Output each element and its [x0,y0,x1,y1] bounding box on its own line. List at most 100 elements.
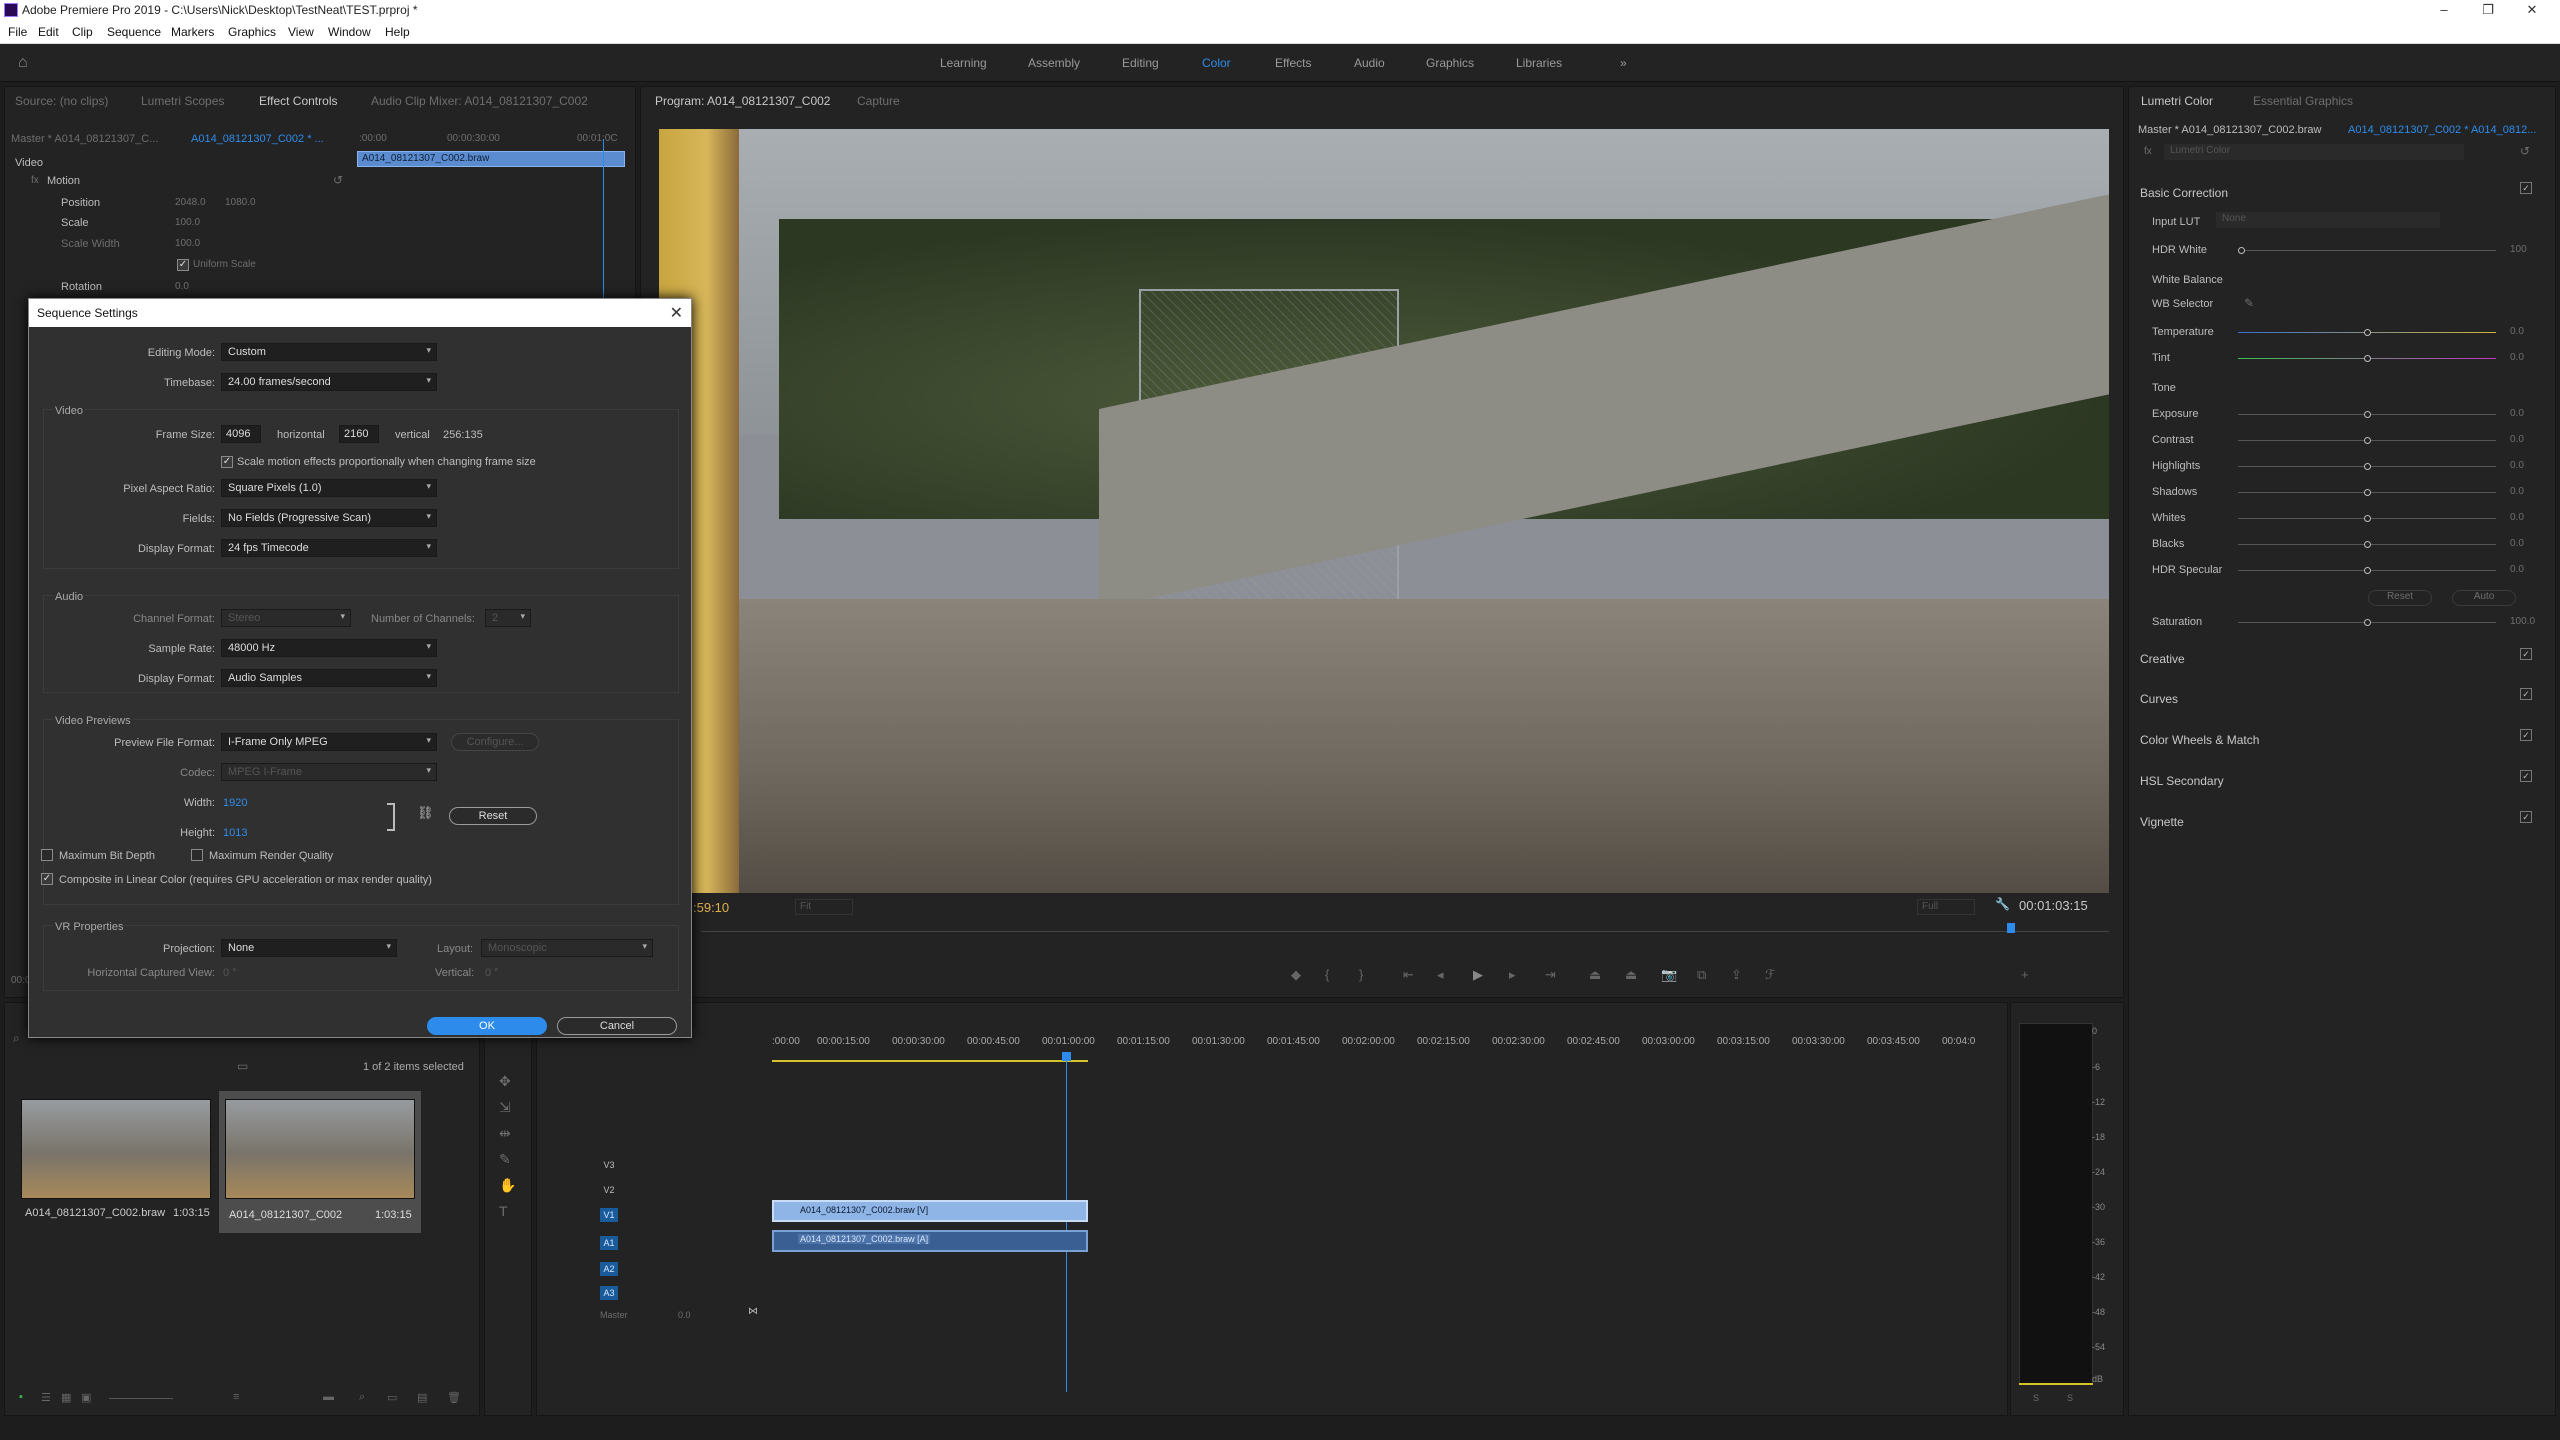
project-thumb-1[interactable] [21,1099,211,1199]
temperature-slider[interactable] [2238,329,2496,336]
blacks-slider[interactable] [2238,541,2496,548]
highlights-value[interactable]: 0.0 [2510,460,2524,471]
timebase-dropdown[interactable]: 24.00 frames/second ▾ [221,373,437,391]
project-item-name-2[interactable]: A014_08121307_C002 [229,1209,342,1221]
contrast-value[interactable]: 0.0 [2510,434,2524,445]
preview-file-format-dropdown[interactable]: I-Frame Only MPEG ▾ [221,733,437,751]
tone-auto-button[interactable]: Auto [2452,590,2516,606]
clip-link[interactable]: A014_08121307_C002 * ... [191,133,324,145]
settings-wrench-icon[interactable]: 🔧 [1995,897,2010,911]
tint-value[interactable]: 0.0 [2510,352,2524,363]
menu-sequence[interactable]: Sequence [107,25,161,39]
workspace-assembly[interactable]: Assembly [1028,56,1080,70]
tab-lumetri-color[interactable]: Lumetri Color [2141,94,2213,108]
step-forward-icon[interactable]: ▸ [1509,967,1516,983]
hdr-white-value[interactable]: 100 [2510,244,2527,255]
tab-capture[interactable]: Capture [857,94,900,108]
track-label-v2[interactable]: V2 [600,1183,618,1197]
track-select-tool-icon[interactable]: ⇲ [499,1099,511,1116]
add-marker-icon[interactable]: ◆ [1291,967,1301,983]
num-channels-dropdown[interactable]: 2 ▾ [485,609,531,627]
freeform-view-icon[interactable]: ▣ [81,1391,91,1404]
home-icon[interactable]: ⌂ [18,54,28,72]
workspace-color[interactable]: Color [1202,56,1231,70]
sample-rate-dropdown[interactable]: 48000 Hz ▾ [221,639,437,657]
menu-window[interactable]: Window [328,25,371,39]
frame-width-input[interactable]: 4096 [221,425,261,443]
clear-icon[interactable]: 🗑 [447,1391,461,1404]
tab-lumetri-scopes[interactable]: Lumetri Scopes [141,94,224,108]
lumetri-reset-icon[interactable]: ↺ [2520,144,2530,158]
track-label-v1[interactable]: V1 [600,1208,618,1222]
fields-dropdown[interactable]: No Fields (Progressive Scan) ▾ [221,509,437,527]
timeline-clip-audio[interactable]: A014_08121307_C002.braw [A] [772,1230,1088,1252]
tint-slider[interactable] [2238,355,2496,362]
composite-linear-checkbox[interactable]: ✓ [41,873,53,885]
program-video-frame[interactable] [659,129,2109,893]
close-window-button[interactable]: ✕ [2510,0,2554,20]
menu-file[interactable]: File [8,25,27,39]
reset-button[interactable]: Reset [449,807,537,825]
tab-source[interactable]: Source: (no clips) [15,94,108,108]
tone-reset-button[interactable]: Reset [2368,590,2432,606]
scale-motion-checkbox[interactable]: ✓ [221,456,233,468]
saturation-slider[interactable] [2238,619,2496,626]
fx-motion-label[interactable]: Motion [47,175,80,187]
blacks-value[interactable]: 0.0 [2510,538,2524,549]
timeline-playhead[interactable] [1066,1052,1067,1392]
vignette-checkbox[interactable]: ✓ [2520,811,2532,823]
frame-height-input[interactable]: 2160 [339,425,379,443]
contrast-slider[interactable] [2238,437,2496,444]
ripple-edit-tool-icon[interactable]: ⇹ [499,1125,511,1142]
max-bit-depth-checkbox[interactable] [41,849,53,861]
lift-icon[interactable]: ⏏ [1589,967,1601,983]
share-icon[interactable]: ⇪ [1731,967,1742,983]
project-item-name-1[interactable]: A014_08121307_C002.braw [25,1207,165,1219]
workspace-graphics[interactable]: Graphics [1426,56,1474,70]
position-y-value[interactable]: 1080.0 [225,197,256,208]
saturation-value[interactable]: 100.0 [2510,616,2535,627]
menu-graphics[interactable]: Graphics [228,25,276,39]
lumetri-effect-dropdown[interactable]: Lumetri Color [2164,144,2464,160]
uniform-scale-checkbox[interactable]: ✓ [177,259,189,271]
white-balance-label[interactable]: White Balance [2152,274,2223,286]
automate-icon[interactable]: ▬ [323,1391,334,1403]
color-wheels-header[interactable]: Color Wheels & Match [2140,733,2259,747]
play-icon[interactable]: ▶ [1473,967,1483,983]
maximize-button[interactable]: ❐ [2466,0,2510,20]
program-timecode-left[interactable]: :59:10 [693,900,729,915]
timeline-clip-video[interactable]: A014_08121307_C002.braw [V] [772,1200,1088,1222]
track-label-a1[interactable]: A1 [600,1236,618,1250]
mark-out-icon[interactable]: } [1359,967,1363,982]
tab-essential-graphics[interactable]: Essential Graphics [2253,94,2353,108]
find-icon[interactable]: ⌕ [359,1391,365,1404]
zoom-slider[interactable] [109,1398,173,1399]
basic-correction-checkbox[interactable]: ✓ [2520,182,2532,194]
workspace-more-button[interactable]: » [1620,56,1627,70]
creative-header[interactable]: Creative [2140,652,2185,666]
project-search-icon[interactable]: ⌕ [13,1031,20,1046]
master-end-icon[interactable]: ⋈ [748,1306,758,1317]
whites-value[interactable]: 0.0 [2510,512,2524,523]
layout-dropdown[interactable]: Monoscopic ▾ [481,939,653,957]
selection-tool-icon[interactable]: ✥ [499,1073,511,1090]
new-item-icon[interactable]: ▤ [417,1391,427,1404]
par-dropdown[interactable]: Square Pixels (1.0) ▾ [221,479,437,497]
tone-label[interactable]: Tone [2152,382,2176,394]
step-back-icon[interactable]: ◂ [1437,967,1444,983]
comparison-view-icon[interactable]: ⧉ [1697,967,1706,983]
hand-tool-icon[interactable]: ✋ [499,1177,516,1194]
go-to-out-icon[interactable]: ⇥ [1545,967,1556,983]
hsl-secondary-header[interactable]: HSL Secondary [2140,774,2224,788]
curves-header[interactable]: Curves [2140,692,2178,706]
audio-display-format-dropdown[interactable]: Audio Samples ▾ [221,669,437,687]
master-clip-label[interactable]: Master * A014_08121307_C... [11,133,158,145]
cancel-button[interactable]: Cancel [557,1017,677,1035]
horizontal-captured-view-value[interactable]: 0 ° [223,967,237,979]
workspace-effects[interactable]: Effects [1275,56,1311,70]
workspace-editing[interactable]: Editing [1122,56,1159,70]
track-label-a2[interactable]: A2 [600,1262,618,1276]
menu-markers[interactable]: Markers [171,25,214,39]
dialog-close-button[interactable]: ✕ [670,303,683,323]
highlights-slider[interactable] [2238,463,2496,470]
